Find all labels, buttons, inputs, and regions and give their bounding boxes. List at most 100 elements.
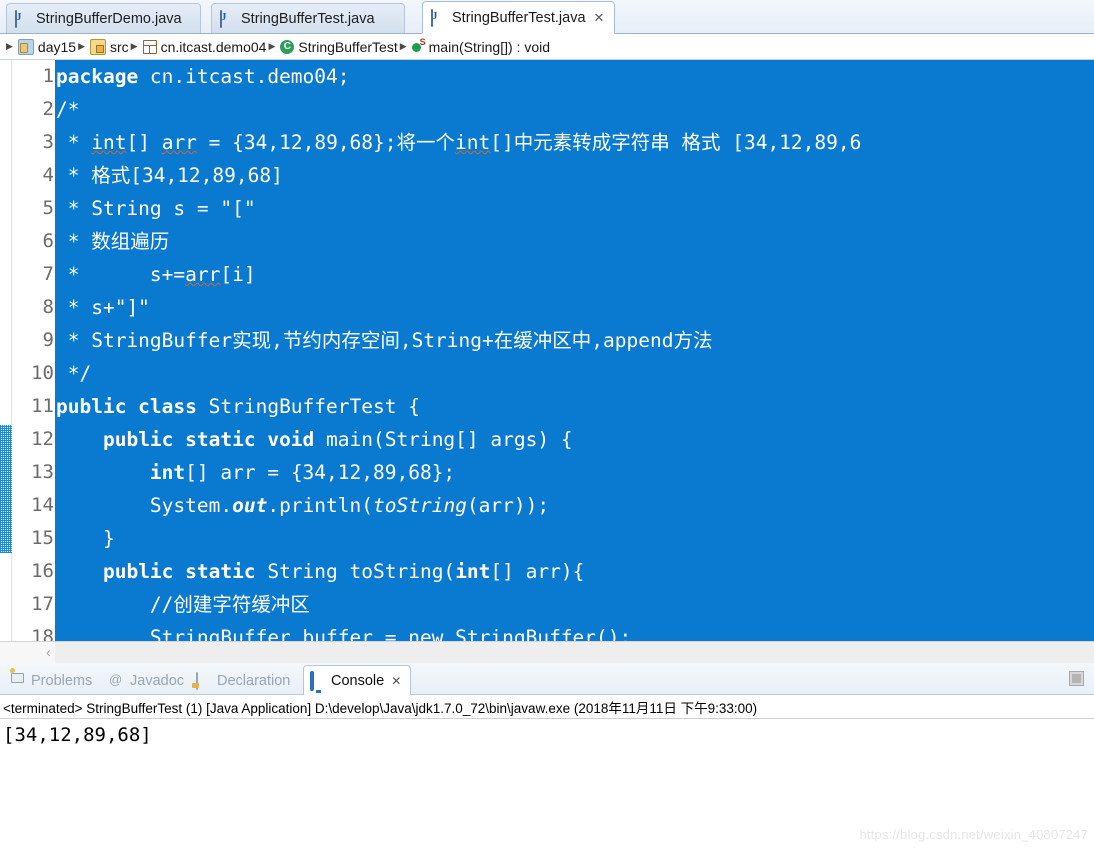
code-token: [] xyxy=(126,131,162,154)
line-number: 5 xyxy=(42,197,54,219)
editor-tab-0[interactable]: StringBufferDemo.java xyxy=(6,3,201,33)
code-token: toString xyxy=(373,494,467,517)
declaration-icon xyxy=(196,672,212,690)
breadcrumb: ▶day15▶src▶cn.itcast.demo04▶StringBuffer… xyxy=(0,34,1094,60)
line-number: 15 xyxy=(31,527,54,549)
code-line[interactable]: /* xyxy=(55,93,1094,126)
breadcrumb-separator: ▶ xyxy=(399,41,407,51)
view-tab-bar: Problems @ Javadoc Declaration Console ✕ xyxy=(0,663,1094,695)
static-method-icon xyxy=(411,37,426,53)
line-number: 13 xyxy=(31,461,54,483)
watermark-text: https://blog.csdn.net/weixin_40807247 xyxy=(859,827,1088,842)
editor-tab-2[interactable]: StringBufferTest.java ✕ xyxy=(422,1,615,34)
code-token: /* xyxy=(56,98,80,121)
change-marker-bar xyxy=(0,425,12,553)
java-file-icon xyxy=(431,9,446,27)
code-line[interactable]: * s+"]" xyxy=(55,291,1094,324)
code-token: * StringBuffer实现,节约内存空间,String+在缓冲区中,app… xyxy=(56,329,713,352)
breadcrumb-item-4[interactable]: main(String[]) : void xyxy=(411,37,551,55)
breadcrumb-item-label: StringBufferTest xyxy=(298,38,398,55)
code-token: System. xyxy=(56,494,233,517)
view-tab-label: Problems xyxy=(31,672,93,689)
line-number: 8 xyxy=(42,296,54,318)
breadcrumb-item-1[interactable]: src xyxy=(90,38,129,55)
code-token: [i] xyxy=(220,263,256,286)
line-number: 2 xyxy=(42,98,54,120)
breadcrumb-item-0[interactable]: day15 xyxy=(17,38,77,55)
editor-horizontal-scrollbar[interactable]: ‹ xyxy=(0,641,1094,663)
code-editor[interactable]: 1 2 3 4 5 6 7 8 9 10 11 12 13 14 15 16 17 18 package cn.i… xyxy=(0,60,1094,663)
chevron-left-icon[interactable]: ‹ xyxy=(46,644,51,661)
line-number: 1 xyxy=(42,65,54,87)
code-line[interactable]: //创建字符缓冲区 xyxy=(55,588,1094,621)
code-token: [] arr = {34,12,89,68}; xyxy=(185,461,456,484)
code-token: * s+= xyxy=(56,263,186,286)
code-line[interactable]: System.out.println(toString(arr)); xyxy=(55,489,1094,522)
code-token: * String s = "[" xyxy=(56,197,256,220)
line-number: 17 xyxy=(31,593,54,615)
view-tab-console[interactable]: Console ✕ xyxy=(303,665,411,695)
code-token: * xyxy=(56,131,92,154)
code-token: //创建字符缓冲区 xyxy=(56,593,310,616)
java-file-icon xyxy=(220,10,235,28)
code-line[interactable]: int[] arr = {34,12,89,68}; xyxy=(55,456,1094,489)
line-number-gutter: 1 2 3 4 5 6 7 8 9 10 11 12 13 14 15 16 17 18 xyxy=(13,60,55,648)
view-tab-declaration[interactable]: Declaration xyxy=(190,667,300,694)
breadcrumb-item-3[interactable]: StringBufferTest xyxy=(280,38,398,55)
breadcrumb-item-2[interactable]: cn.itcast.demo04 xyxy=(142,38,267,55)
code-token: cn.itcast.demo04; xyxy=(138,65,350,88)
breadcrumb-separator: ▶ xyxy=(78,41,85,51)
line-number: 6 xyxy=(42,230,54,252)
editor-tab-1[interactable]: StringBufferTest.java xyxy=(211,3,405,33)
view-tab-javadoc[interactable]: @ Javadoc xyxy=(103,667,187,694)
code-text-area[interactable]: package cn.itcast.demo04; /* * int[] arr … xyxy=(55,60,1094,641)
terminate-button[interactable] xyxy=(1069,671,1084,686)
code-line[interactable]: * 格式[34,12,89,68] xyxy=(55,159,1094,192)
code-token: * s+"]" xyxy=(56,296,150,319)
code-token: int xyxy=(149,461,186,484)
line-number: 9 xyxy=(42,329,54,351)
code-line[interactable]: package cn.itcast.demo04; xyxy=(55,60,1094,93)
editor-tab-label: StringBufferTest.java xyxy=(452,9,586,26)
code-line[interactable]: public class StringBufferTest { xyxy=(55,390,1094,423)
code-token: public static xyxy=(102,560,256,583)
close-icon[interactable]: ✕ xyxy=(391,674,401,688)
code-line[interactable]: StringBuffer buffer = new StringBuffer()… xyxy=(55,621,1094,641)
breadcrumb-item-label: cn.itcast.demo04 xyxy=(160,38,267,55)
line-number: 10 xyxy=(31,362,54,384)
breadcrumb-separator: ▶ xyxy=(130,41,138,51)
bottom-view-panel: Problems @ Javadoc Declaration Console ✕ <ter… xyxy=(0,663,1094,848)
code-line[interactable]: * String s = "[" xyxy=(55,192,1094,225)
code-token: String toString( xyxy=(255,560,456,583)
code-line[interactable]: public static String toString(int[] arr)… xyxy=(55,555,1094,588)
breadcrumb-separator: ▶ xyxy=(6,41,13,51)
breadcrumb-items: ▶day15▶src▶cn.itcast.demo04▶StringBuffer… xyxy=(4,37,551,55)
breadcrumb-item-label: main(String[]) : void xyxy=(428,38,551,55)
line-number: 7 xyxy=(42,263,54,285)
code-token: public class xyxy=(56,395,197,418)
code-token: main(String[] args) { xyxy=(314,428,573,451)
code-line[interactable]: * 数组遍历 xyxy=(55,225,1094,258)
code-line[interactable]: * s+=arr[i] xyxy=(55,258,1094,291)
view-tab-label: Console xyxy=(331,672,385,689)
code-line[interactable]: * int[] arr = {34,12,89,68};将一个int[]中元素转… xyxy=(55,126,1094,159)
line-number: 14 xyxy=(31,494,54,516)
code-line[interactable]: */ xyxy=(55,357,1094,390)
class-icon xyxy=(280,39,295,54)
code-token: []中元素转成字符串 格式 [34,12,89,6 xyxy=(490,131,862,154)
console-launch-info: <terminated> StringBufferTest (1) [Java … xyxy=(0,695,1094,719)
close-icon[interactable]: ✕ xyxy=(594,11,605,24)
code-line[interactable]: * StringBuffer实现,节约内存空间,String+在缓冲区中,app… xyxy=(55,324,1094,357)
code-line[interactable]: public static void main(String[] args) { xyxy=(55,423,1094,456)
console-icon xyxy=(310,671,326,691)
view-tab-problems[interactable]: Problems xyxy=(4,667,100,694)
code-token: (arr)); xyxy=(466,494,550,517)
code-token: package xyxy=(56,65,139,88)
code-line[interactable]: } xyxy=(55,522,1094,555)
code-token: arr xyxy=(161,131,197,154)
line-number: 11 xyxy=(31,395,54,417)
view-tab-label: Declaration xyxy=(217,672,291,689)
breadcrumb-item-label: day15 xyxy=(37,38,77,55)
